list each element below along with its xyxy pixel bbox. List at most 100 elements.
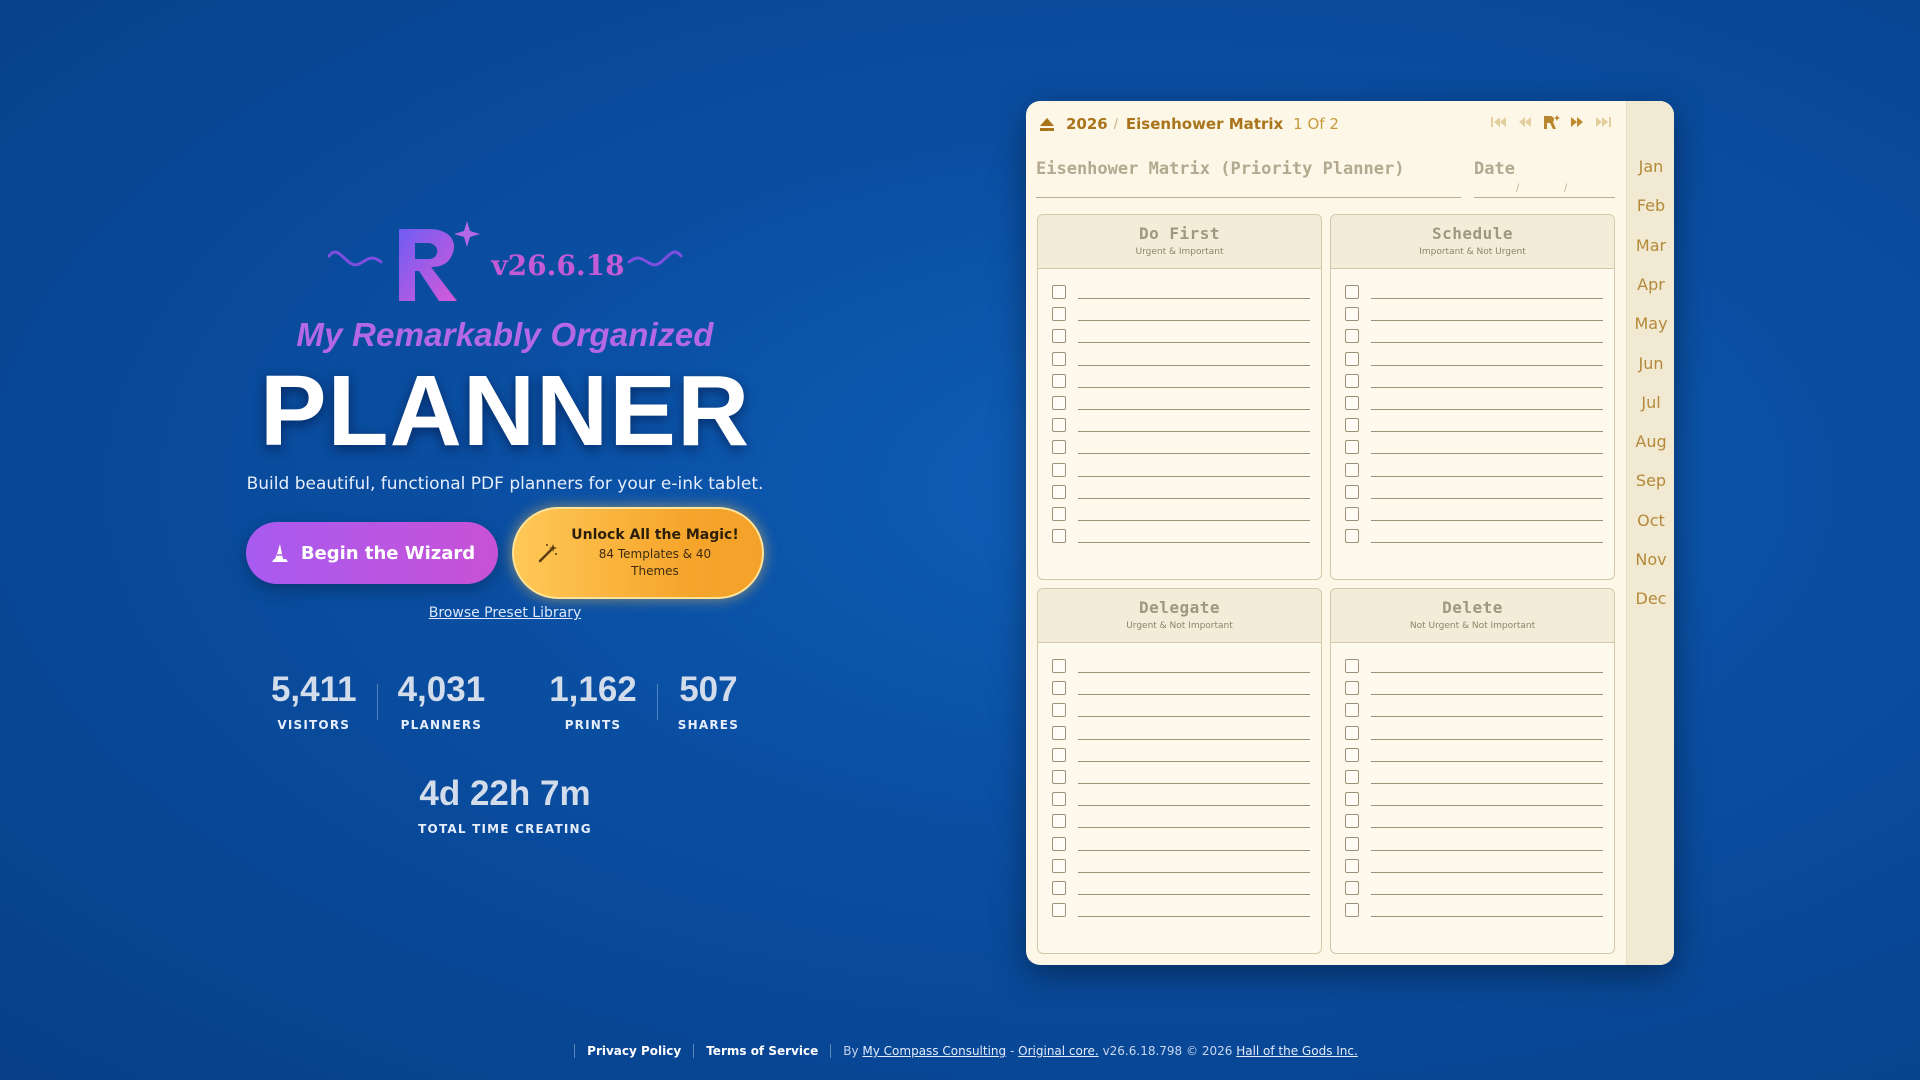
task-checkbox[interactable] [1052,703,1066,718]
task-checkbox[interactable] [1345,903,1359,918]
task-checkbox[interactable] [1345,836,1359,851]
task-checkbox[interactable] [1345,351,1359,366]
original-core-link[interactable]: Original core. [1018,1044,1099,1058]
month-tab-jul[interactable]: Jul [1627,393,1674,412]
task-checkbox[interactable] [1052,681,1066,696]
task-line[interactable] [1078,738,1310,740]
previous-page-icon[interactable] [1516,115,1534,129]
task-line[interactable] [1078,298,1310,299]
task-line[interactable] [1371,542,1603,544]
task-line[interactable] [1371,827,1603,829]
task-line[interactable] [1078,916,1310,918]
task-line[interactable] [1371,520,1603,521]
next-page-icon[interactable] [1568,115,1586,129]
task-line[interactable] [1078,342,1310,344]
task-line[interactable] [1371,871,1603,873]
task-checkbox[interactable] [1052,484,1066,499]
task-checkbox[interactable] [1345,329,1359,344]
company-link[interactable]: My Compass Consulting [862,1044,1006,1058]
task-checkbox[interactable] [1345,484,1359,499]
task-line[interactable] [1371,783,1603,784]
month-tab-aug[interactable]: Aug [1627,432,1674,451]
task-line[interactable] [1371,320,1603,322]
task-line[interactable] [1371,453,1603,455]
home-logo-icon[interactable] [1542,114,1560,130]
task-line[interactable] [1078,871,1310,873]
task-checkbox[interactable] [1345,307,1359,322]
month-tab-feb[interactable]: Feb [1627,196,1674,215]
task-line[interactable] [1371,298,1603,299]
task-checkbox[interactable] [1052,507,1066,521]
terms-of-service-link[interactable]: Terms of Service [706,1044,818,1058]
unlock-magic-button[interactable]: Unlock All the Magic! 84 Templates & 40 … [512,507,764,599]
task-checkbox[interactable] [1345,747,1359,762]
task-checkbox[interactable] [1345,396,1359,410]
eject-home-icon[interactable] [1038,115,1056,133]
task-checkbox[interactable] [1052,792,1066,807]
month-tab-jan[interactable]: Jan [1627,157,1674,176]
task-line[interactable] [1371,672,1603,673]
browse-preset-library-link[interactable]: Browse Preset Library [429,605,581,621]
task-checkbox[interactable] [1052,881,1066,895]
task-checkbox[interactable] [1345,703,1359,718]
task-line[interactable] [1078,783,1310,784]
task-line[interactable] [1371,805,1603,807]
begin-wizard-button[interactable]: Begin the Wizard [246,522,498,584]
owner-link[interactable]: Hall of the Gods Inc. [1236,1044,1358,1058]
task-line[interactable] [1371,497,1603,499]
task-checkbox[interactable] [1345,681,1359,696]
task-checkbox[interactable] [1345,881,1359,895]
task-checkbox[interactable] [1052,770,1066,784]
task-checkbox[interactable] [1345,529,1359,544]
task-line[interactable] [1371,409,1603,410]
task-checkbox[interactable] [1345,462,1359,477]
task-line[interactable] [1078,364,1310,366]
month-tab-dec[interactable]: Dec [1627,589,1674,608]
month-tab-oct[interactable]: Oct [1627,511,1674,530]
task-checkbox[interactable] [1052,836,1066,851]
task-line[interactable] [1078,694,1310,696]
task-checkbox[interactable] [1052,529,1066,544]
month-tab-apr[interactable]: Apr [1627,275,1674,294]
task-line[interactable] [1078,849,1310,851]
task-checkbox[interactable] [1345,373,1359,388]
task-checkbox[interactable] [1052,418,1066,433]
task-checkbox[interactable] [1345,507,1359,521]
task-checkbox[interactable] [1052,440,1066,455]
date-field[interactable] [1474,197,1615,198]
task-line[interactable] [1371,475,1603,477]
task-line[interactable] [1371,364,1603,366]
task-checkbox[interactable] [1345,418,1359,433]
task-line[interactable] [1371,694,1603,696]
task-line[interactable] [1371,894,1603,895]
task-line[interactable] [1371,716,1603,718]
month-tab-may[interactable]: May [1627,314,1674,333]
task-checkbox[interactable] [1052,285,1066,299]
task-line[interactable] [1371,738,1603,740]
task-checkbox[interactable] [1052,462,1066,477]
task-checkbox[interactable] [1345,814,1359,829]
task-line[interactable] [1371,342,1603,344]
task-checkbox[interactable] [1345,792,1359,807]
breadcrumb-page[interactable]: Eisenhower Matrix [1126,115,1283,133]
task-checkbox[interactable] [1052,351,1066,366]
task-checkbox[interactable] [1052,814,1066,829]
task-checkbox[interactable] [1052,659,1066,673]
task-line[interactable] [1078,716,1310,718]
task-checkbox[interactable] [1345,770,1359,784]
month-tab-sep[interactable]: Sep [1627,471,1674,490]
task-line[interactable] [1078,475,1310,477]
task-line[interactable] [1371,386,1603,388]
month-tab-jun[interactable]: Jun [1627,354,1674,373]
task-checkbox[interactable] [1052,903,1066,918]
task-line[interactable] [1078,320,1310,322]
task-line[interactable] [1371,916,1603,918]
task-checkbox[interactable] [1345,440,1359,455]
privacy-policy-link[interactable]: Privacy Policy [587,1044,681,1058]
task-line[interactable] [1078,497,1310,499]
breadcrumb-year[interactable]: 2026 [1066,115,1108,133]
task-line[interactable] [1078,760,1310,762]
task-checkbox[interactable] [1345,285,1359,299]
task-line[interactable] [1371,849,1603,851]
task-line[interactable] [1078,431,1310,433]
